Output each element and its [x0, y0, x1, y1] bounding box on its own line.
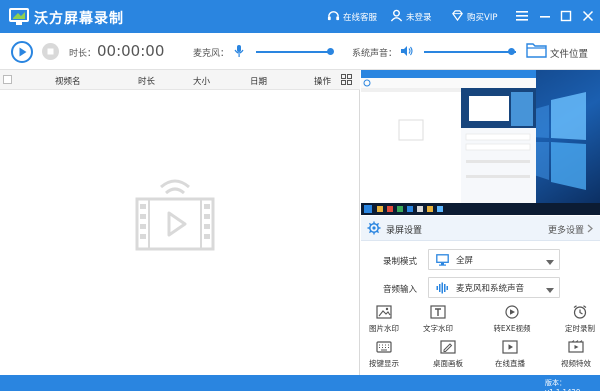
file-list-header: 视频名 时长 大小 日期 操作: [0, 70, 360, 90]
desktop-drawing-label: 桌面画板: [433, 359, 463, 368]
mic-label: 麦克风：: [193, 49, 230, 59]
speaker-icon[interactable]: [400, 44, 414, 61]
minimize-button[interactable]: [535, 6, 555, 26]
file-list-area: [0, 90, 360, 375]
folder-icon[interactable]: [526, 41, 547, 61]
record-toolbar: 时长： 00:00:00 麦克风： 系统声音： 文件位置: [0, 33, 600, 70]
record-settings-title: 录屏设置: [386, 226, 423, 236]
hamburger-icon: [516, 10, 528, 25]
column-duration[interactable]: 时长: [138, 75, 155, 87]
duration-value: 00:00:00: [97, 42, 165, 60]
menu-button[interactable]: [512, 6, 532, 26]
image-watermark-button[interactable]: 图片水印: [360, 305, 408, 334]
audio-wave-icon: [436, 282, 448, 297]
convert-exe-label: 转EXE视频: [493, 324, 531, 333]
headset-icon: [327, 9, 340, 25]
live-stream-icon: [486, 340, 534, 354]
title-bar: 沃方屏幕录制 在线客服 未登录 购买VIP: [0, 0, 600, 33]
maximize-button[interactable]: [556, 6, 576, 26]
record-button[interactable]: [11, 41, 33, 63]
audio-input-label: 音频输入: [383, 285, 418, 295]
select-all-checkbox[interactable]: [3, 75, 12, 84]
diamond-icon: [451, 9, 464, 25]
dropdown-arrow-icon: [546, 258, 554, 268]
chevron-right-icon[interactable]: [587, 224, 593, 236]
dropdown-arrow-icon: [546, 286, 554, 296]
timer-record-button[interactable]: 定时录制: [556, 305, 600, 334]
buy-vip-label: 购买VIP: [467, 13, 498, 23]
maximize-icon: [560, 10, 572, 26]
empty-video-icon: [127, 177, 223, 260]
timer-record-icon: [556, 305, 600, 319]
keyboard-display-icon: [360, 340, 408, 354]
login-link[interactable]: 未登录: [390, 9, 432, 25]
minimize-icon: [539, 11, 551, 26]
text-watermark-label: 文字水印: [423, 324, 453, 333]
close-button[interactable]: [578, 6, 598, 26]
text-watermark-button[interactable]: 文字水印: [414, 305, 462, 334]
online-service-label: 在线客服: [343, 13, 378, 23]
audio-input-value: 麦克风和系统声音: [456, 284, 525, 294]
desktop-drawing-button[interactable]: 桌面画板: [424, 340, 472, 369]
status-bar: 版本：v1.1.1420: [0, 375, 600, 391]
screen-preview: [361, 70, 600, 215]
system-volume-slider[interactable]: [424, 51, 516, 53]
mic-volume-knob[interactable]: [327, 48, 335, 55]
mic-volume-slider[interactable]: [256, 51, 332, 53]
buy-vip-link[interactable]: 购买VIP: [451, 9, 497, 25]
live-stream-label: 在线直播: [495, 359, 525, 368]
gear-icon: [367, 221, 381, 238]
convert-exe-button[interactable]: 转EXE视频: [488, 305, 536, 334]
stop-icon: [42, 48, 59, 63]
login-label: 未登录: [406, 13, 432, 23]
system-sound-label: 系统声音：: [352, 49, 398, 59]
play-icon: [13, 47, 31, 64]
record-settings-header: 录屏设置 更多设置: [361, 216, 600, 241]
keyboard-display-button[interactable]: 按键显示: [360, 340, 408, 369]
record-mode-value: 全屏: [456, 256, 474, 266]
live-stream-button[interactable]: 在线直播: [486, 340, 534, 369]
duration-label: 时长：: [69, 49, 97, 59]
record-mode-label: 录制模式: [383, 257, 418, 267]
online-service-link[interactable]: 在线客服: [327, 9, 377, 25]
close-icon: [582, 10, 594, 26]
version-label: 版本：v1.1.1420: [545, 379, 580, 391]
image-watermark-icon: [360, 305, 408, 319]
image-watermark-label: 图片水印: [369, 324, 399, 333]
text-watermark-icon: [414, 305, 462, 319]
column-size[interactable]: 大小: [193, 75, 210, 87]
grid-view-icon[interactable]: [341, 74, 352, 88]
video-effects-button[interactable]: 视频特效: [552, 340, 600, 369]
column-video-name[interactable]: 视频名: [55, 75, 81, 87]
file-location-button[interactable]: 文件位置: [550, 46, 588, 60]
keyboard-display-label: 按键显示: [369, 359, 399, 368]
convert-exe-icon: [488, 305, 536, 319]
video-effects-icon: [552, 340, 600, 354]
user-icon: [390, 9, 403, 25]
more-settings-link[interactable]: 更多设置: [548, 223, 584, 236]
timer-record-label: 定时录制: [565, 324, 595, 333]
record-mode-select[interactable]: 全屏: [428, 249, 560, 270]
system-volume-knob[interactable]: [508, 48, 516, 55]
column-actions: 操作: [314, 77, 332, 87]
desktop-drawing-icon: [424, 340, 472, 354]
desktop-preview-image: [361, 70, 600, 215]
stop-button[interactable]: [42, 43, 59, 60]
microphone-icon[interactable]: [234, 44, 244, 61]
video-effects-label: 视频特效: [561, 359, 591, 368]
audio-input-select[interactable]: 麦克风和系统声音: [428, 277, 560, 298]
monitor-icon: [436, 254, 449, 269]
app-logo-icon: [8, 6, 30, 26]
column-date[interactable]: 日期: [250, 75, 267, 87]
app-title: 沃方屏幕录制: [34, 11, 124, 27]
